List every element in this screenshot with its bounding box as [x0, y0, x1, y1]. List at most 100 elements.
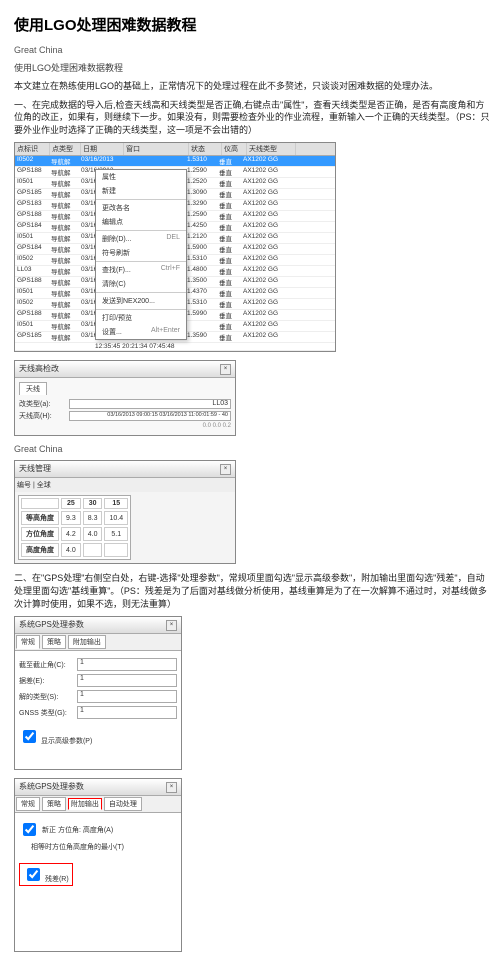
close-icon[interactable]: ×	[166, 620, 177, 631]
param-row: 解的类型(S):1	[19, 690, 177, 703]
dialog-titlebar: 天线高检改 ×	[15, 361, 235, 378]
table-row: 等高角度9.38.310.4	[21, 511, 128, 525]
table-cell: AX1202 GG	[241, 178, 289, 188]
table-cell: 1.2120	[185, 233, 217, 243]
table-cell: 导航解	[49, 167, 79, 177]
show-advanced-checkbox[interactable]: 显示高级参数(P)	[19, 727, 177, 746]
tab-strategy[interactable]: 策略	[42, 797, 66, 811]
close-icon[interactable]: ×	[220, 364, 231, 375]
table-cell: 导航解	[49, 178, 79, 188]
step2-paragraph: 二、在"GPS处理"右侧空白处，右键-选择"处理参数"，常规项里面勾选"显示高级…	[14, 572, 490, 610]
menu-item[interactable]: 符号刷新	[96, 246, 186, 260]
panel-title: 系统GPS处理参数	[19, 781, 84, 793]
table-cell: 导航解	[49, 321, 79, 331]
table-cell: GPS188	[15, 167, 49, 177]
table-cell: LL03	[15, 266, 49, 276]
table-cell: 垂直	[217, 288, 241, 298]
page-title: 使用LGO处理困难数据教程	[14, 14, 490, 35]
table-cell: 1.5310	[185, 156, 217, 166]
table-cell: 垂直	[217, 156, 241, 166]
column-header: 点标识	[15, 143, 50, 155]
tab-general[interactable]: 常规	[16, 797, 40, 811]
dialog-titlebar: 天线管理 ×	[15, 461, 235, 478]
param-input[interactable]: 1	[77, 658, 177, 671]
table-cell: AX1202 GG	[241, 288, 289, 298]
menu-item[interactable]: 设置...Alt+Enter	[96, 325, 186, 339]
table-cell: AX1202 GG	[241, 321, 289, 331]
dialog-title: 天线高检改	[19, 363, 59, 375]
screenshot-antenna-dialog: 天线高检改 × 天线 改类型(a): LL03 天线高(H): 03/16/20…	[14, 360, 236, 436]
table-cell	[121, 156, 185, 166]
param-input[interactable]: 1	[77, 674, 177, 687]
screenshot-gps-params-output: 系统GPS处理参数 × 常规 策略 附加输出 自动处理 新正 方位角: 高度角(…	[14, 778, 182, 952]
close-icon[interactable]: ×	[166, 782, 177, 793]
dialog-tabs[interactable]: 编号 | 全球	[15, 478, 235, 492]
menu-item[interactable]: 新建	[96, 184, 186, 198]
checkbox[interactable]	[23, 823, 36, 836]
table-cell: 1.4800	[185, 266, 217, 276]
tab-strategy[interactable]: 策略	[42, 635, 66, 649]
table-cell: AX1202 GG	[241, 266, 289, 276]
table-cell: 1.3290	[185, 200, 217, 210]
table-cell: 导航解	[49, 189, 79, 199]
table-cell: AX1202 GG	[241, 167, 289, 177]
table-cell: GPS184	[15, 244, 49, 254]
table-cell: GPS188	[15, 310, 49, 320]
menu-item[interactable]: 发送到NEX200...	[96, 294, 186, 308]
menu-item[interactable]: 清除(C)	[96, 277, 186, 291]
table-cell: I0502	[15, 299, 49, 309]
table-row: 高度角度4.0	[21, 543, 128, 557]
table-cell: 1.2520	[185, 178, 217, 188]
table-row[interactable]: I0502导航解03/16/20131.5310垂直AX1202 GG	[15, 156, 335, 167]
menu-item[interactable]: 更改各名	[96, 201, 186, 215]
menu-item[interactable]: 编辑点	[96, 215, 186, 229]
checkbox[interactable]	[27, 868, 40, 881]
residual-checkbox-highlighted[interactable]: 残差(R)	[19, 863, 73, 886]
table-cell: 垂直	[217, 299, 241, 309]
tab-auto[interactable]: 自动处理	[104, 797, 142, 811]
table-cell: 垂直	[217, 310, 241, 320]
context-menu[interactable]: 属性新建更改各名编辑点删除(D)...DEL符号刷新查找(F)...Ctrl+F…	[95, 169, 187, 340]
table-cell: 1.3500	[185, 277, 217, 287]
param-input[interactable]: 1	[77, 690, 177, 703]
table-cell: 1.5990	[185, 310, 217, 320]
checkbox-row[interactable]: 新正 方位角: 高度角(A)	[19, 820, 177, 839]
tab-antenna[interactable]: 天线	[19, 382, 47, 395]
table-cell: GPS188	[15, 277, 49, 287]
table-cell: 03/16/2013	[79, 156, 121, 166]
column-header: 状态	[189, 143, 222, 155]
tabstrip: 常规 策略 附加输出 自动处理	[15, 796, 181, 813]
column-header: 日期	[81, 143, 124, 155]
table-cell: I0501	[15, 178, 49, 188]
close-icon[interactable]: ×	[220, 464, 231, 475]
table-cell: 1.4370	[185, 288, 217, 298]
table-cell: 垂直	[217, 332, 241, 342]
tab-general[interactable]: 常规	[16, 635, 40, 649]
table-cell: AX1202 GG	[241, 277, 289, 287]
height-input[interactable]: 03/16/2013 09:00:15 03/16/2013 11:00:01:…	[69, 411, 231, 421]
type-input[interactable]: LL03	[69, 399, 231, 409]
param-row: 据差(E):1	[19, 674, 177, 687]
tab-addout[interactable]: 附加输出	[68, 635, 106, 649]
menu-item[interactable]: 查找(F)...Ctrl+F	[96, 263, 186, 277]
screenshot-gps-params-general: 系统GPS处理参数 × 常规 策略 附加输出 截至截止角(C):1据差(E):1…	[14, 616, 182, 770]
param-row: 截至截止角(C):1	[19, 658, 177, 671]
table-cell: GPS185	[15, 189, 49, 199]
table-cell: AX1202 GG	[241, 200, 289, 210]
table-cell: AX1202 GG	[241, 189, 289, 199]
table-cell: 1.5310	[185, 299, 217, 309]
table-cell: 垂直	[217, 266, 241, 276]
menu-item[interactable]: 删除(D)...DEL	[96, 232, 186, 246]
menu-item[interactable]: 属性	[96, 170, 186, 184]
menu-item[interactable]: 打印/预览	[96, 311, 186, 325]
table-cell: I0501	[15, 321, 49, 331]
table-cell: 导航解	[49, 156, 79, 166]
table-cell: 导航解	[49, 233, 79, 243]
tab-addout[interactable]: 附加输出	[68, 798, 102, 810]
checkbox-row[interactable]: 相等时方位角高度角的最小(T)	[19, 842, 177, 852]
table-cell: 垂直	[217, 178, 241, 188]
author-line: Great China	[14, 45, 490, 55]
table-cell: 垂直	[217, 167, 241, 177]
table-cell	[185, 321, 217, 331]
table-row: 方位角度4.24.05.1	[21, 527, 128, 541]
